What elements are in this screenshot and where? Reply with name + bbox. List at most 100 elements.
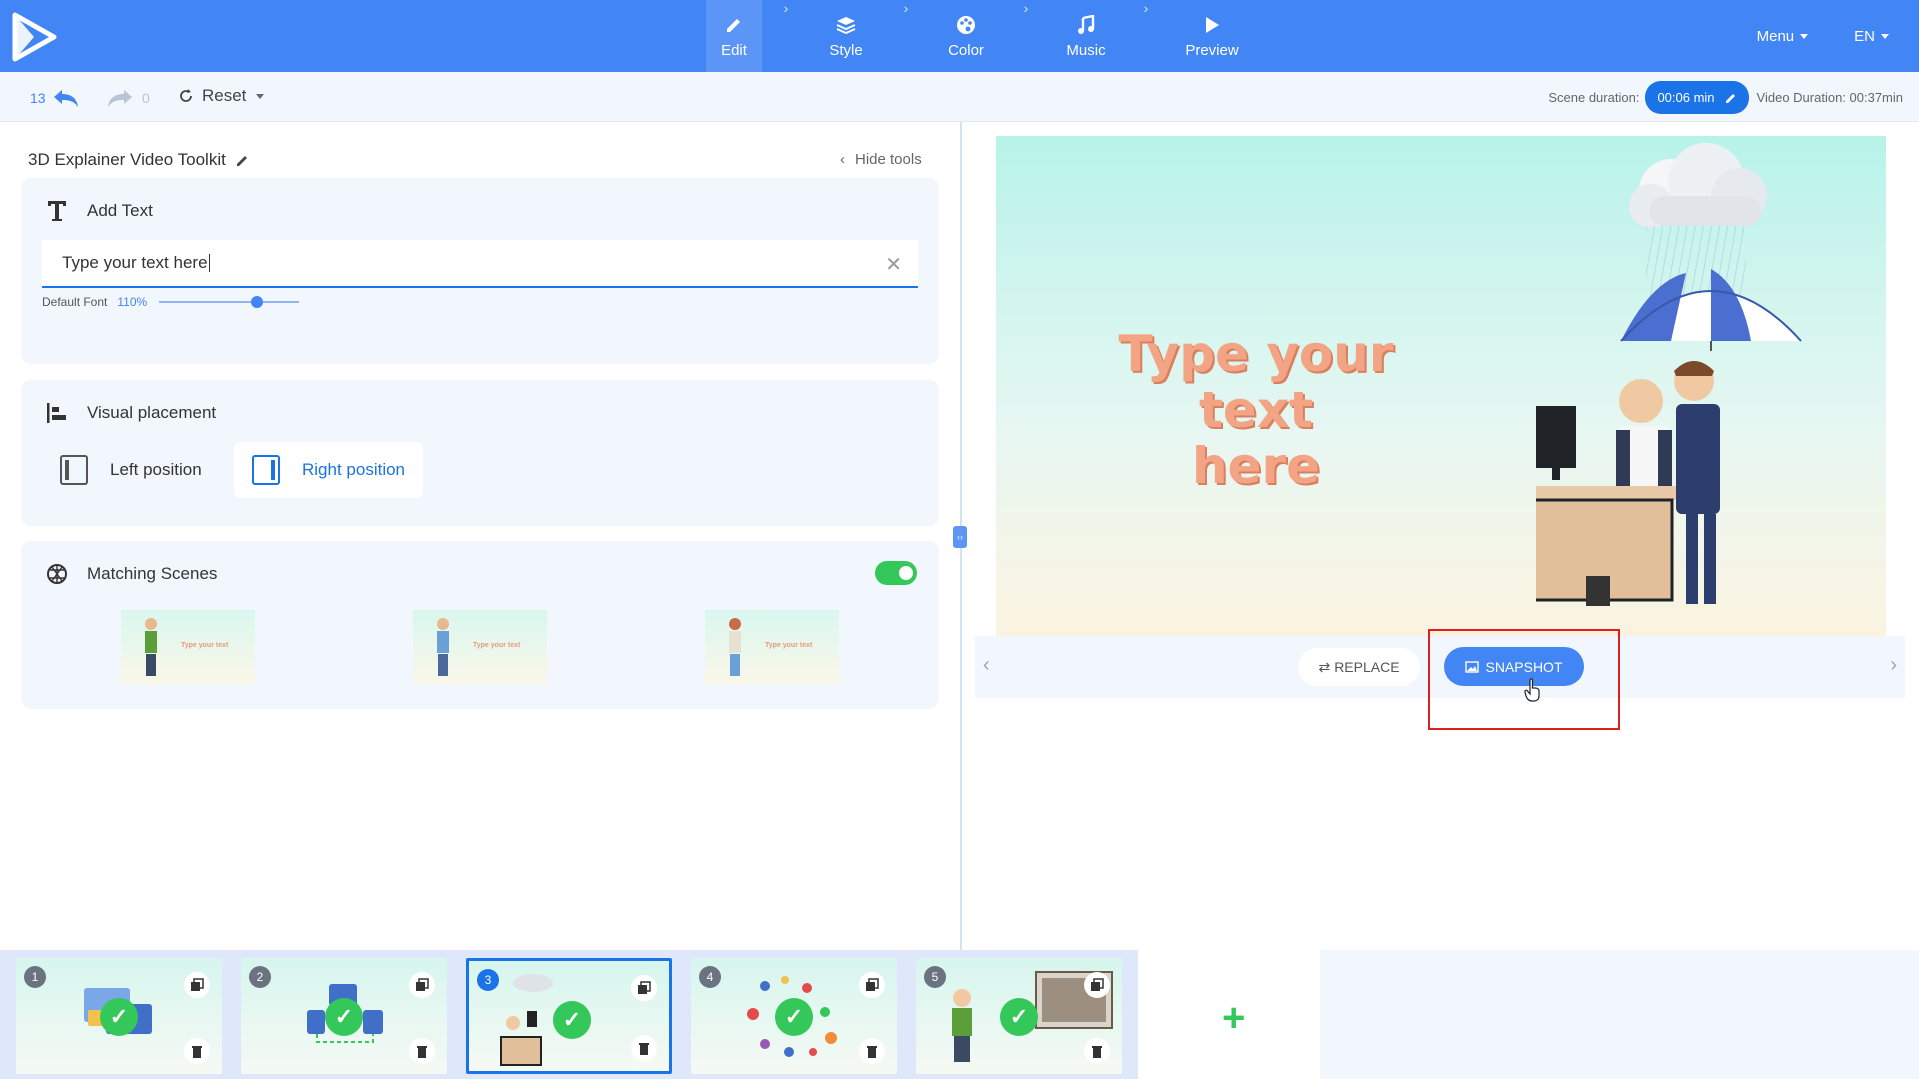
preview-text-line1: Type your text bbox=[1118, 325, 1394, 439]
thumbnail-text: Type your text bbox=[181, 642, 229, 649]
video-duration: Video Duration: 00:37min bbox=[1756, 90, 1903, 105]
left-position-button[interactable]: Left position bbox=[60, 442, 202, 498]
menu-dropdown[interactable]: Menu bbox=[1757, 28, 1809, 45]
clear-icon[interactable]: ✕ bbox=[885, 252, 902, 277]
duration-info: Scene duration: 00:06 min Video Duration… bbox=[1548, 81, 1903, 114]
character-figure bbox=[145, 618, 157, 680]
duplicate-icon[interactable] bbox=[1084, 972, 1110, 998]
trash-icon[interactable] bbox=[631, 1035, 657, 1061]
chevron-right-icon: › bbox=[1143, 0, 1149, 16]
language-label: EN bbox=[1854, 27, 1875, 45]
redo-button[interactable]: 0 bbox=[106, 88, 150, 108]
next-scene-arrow-icon[interactable]: › bbox=[1890, 654, 1897, 677]
preview-text: Type your text here bbox=[1056, 326, 1456, 494]
music-note-icon bbox=[1076, 14, 1096, 36]
top-right-controls: Menu EN bbox=[1757, 0, 1889, 72]
trash-icon[interactable] bbox=[409, 1038, 435, 1064]
chevron-right-icon: › bbox=[1023, 0, 1029, 16]
preview-text-line2: here bbox=[1191, 437, 1321, 495]
matching-scenes-header: Matching Scenes bbox=[45, 563, 217, 585]
step-preview-label: Preview bbox=[1185, 41, 1239, 59]
replace-label: REPLACE bbox=[1334, 659, 1400, 675]
step-color[interactable]: Color bbox=[930, 0, 1002, 72]
character-figure bbox=[437, 618, 449, 680]
text-icon bbox=[45, 200, 69, 222]
thumbnail-text: Type your text bbox=[473, 642, 521, 649]
chevron-left-icon: ‹ bbox=[840, 151, 845, 168]
palette-icon bbox=[956, 14, 976, 36]
redo-count: 0 bbox=[142, 90, 150, 106]
duplicate-icon[interactable] bbox=[184, 972, 210, 998]
chevron-right-icon: › bbox=[903, 0, 909, 16]
caret-down-icon bbox=[1800, 34, 1809, 40]
step-music[interactable]: Music bbox=[1050, 0, 1122, 72]
checkmark-icon: ✓ bbox=[775, 998, 813, 1036]
step-style[interactable]: Style bbox=[810, 0, 882, 72]
add-text-header: Add Text bbox=[45, 200, 153, 222]
trash-icon[interactable] bbox=[1084, 1038, 1110, 1064]
scene-number: 1 bbox=[24, 966, 46, 988]
step-edit[interactable]: Edit bbox=[706, 0, 762, 72]
step-music-label: Music bbox=[1066, 41, 1106, 59]
text-input-field[interactable]: Type your text here ✕ bbox=[42, 240, 918, 288]
app-logo-icon[interactable] bbox=[12, 12, 58, 62]
undo-button[interactable]: 13 bbox=[30, 88, 80, 108]
matching-scenes-title: Matching Scenes bbox=[87, 564, 218, 583]
duplicate-icon[interactable] bbox=[631, 975, 657, 1001]
resize-handle[interactable]: ‹› bbox=[953, 526, 967, 548]
timeline-scene-thumbnail[interactable]: 2 ✓ bbox=[241, 958, 447, 1074]
pencil-icon bbox=[236, 156, 247, 166]
visual-placement-header: Visual placement bbox=[45, 402, 216, 424]
trash-icon[interactable] bbox=[859, 1038, 885, 1064]
timeline-scene-thumbnail[interactable]: 5 ✓ bbox=[916, 958, 1122, 1074]
reset-label: Reset bbox=[202, 86, 247, 105]
duplicate-icon[interactable] bbox=[859, 972, 885, 998]
add-scene-button[interactable]: + bbox=[1222, 996, 1245, 1041]
pencil-icon bbox=[725, 14, 743, 36]
checkmark-icon: ✓ bbox=[553, 1001, 591, 1039]
font-percent: 110% bbox=[117, 295, 148, 309]
step-preview[interactable]: Preview bbox=[1170, 0, 1254, 72]
project-title[interactable]: 3D Explainer Video Toolkit bbox=[28, 150, 250, 170]
redo-arrow-icon bbox=[108, 90, 132, 107]
right-position-button[interactable]: Right position bbox=[234, 442, 424, 498]
scene-duration-value: 00:06 min bbox=[1657, 90, 1715, 105]
hand-cursor-icon bbox=[1524, 678, 1540, 702]
scene-number: 4 bbox=[699, 966, 721, 988]
replace-button[interactable]: ⇄ REPLACE bbox=[1298, 648, 1420, 686]
character-figure bbox=[729, 618, 741, 680]
add-text-title: Add Text bbox=[87, 201, 153, 220]
caret-down-icon bbox=[1881, 34, 1889, 40]
project-title-text: 3D Explainer Video Toolkit bbox=[28, 150, 226, 169]
previous-scene-arrow-icon[interactable]: ‹ bbox=[983, 654, 990, 677]
align-left-icon bbox=[45, 402, 69, 424]
step-color-label: Color bbox=[948, 41, 984, 59]
timeline-scene-thumbnail[interactable]: 1 ✓ bbox=[16, 958, 222, 1074]
layers-icon bbox=[836, 14, 856, 36]
hide-tools-label: Hide tools bbox=[855, 151, 922, 168]
hide-tools-button[interactable]: ‹ Hide tools bbox=[840, 151, 922, 168]
matching-scenes-toggle[interactable] bbox=[875, 561, 917, 585]
step-style-label: Style bbox=[829, 41, 863, 59]
top-navigation-bar: Edit › Style › Color › Music › Preview M… bbox=[0, 0, 1919, 72]
step-edit-label: Edit bbox=[721, 41, 747, 59]
matching-scene-thumbnail[interactable]: Type your text bbox=[121, 610, 255, 684]
timeline-scene-thumbnail[interactable]: 4 ✓ bbox=[691, 958, 897, 1074]
edit-toolbar: 13 0 Reset Scene duration: 00:06 min Vid… bbox=[0, 72, 1919, 122]
right-position-label: Right position bbox=[302, 460, 406, 479]
trash-icon[interactable] bbox=[184, 1038, 210, 1064]
timeline-scene-thumbnail-selected[interactable]: 3 ✓ bbox=[466, 958, 672, 1074]
slider-knob[interactable] bbox=[251, 296, 264, 308]
menu-label: Menu bbox=[1756, 27, 1795, 45]
left-layout-icon bbox=[60, 455, 88, 485]
timeline-empty-area bbox=[1320, 950, 1919, 1079]
duplicate-icon[interactable] bbox=[409, 972, 435, 998]
play-icon bbox=[1204, 14, 1220, 36]
reset-dropdown[interactable]: Reset bbox=[178, 86, 265, 106]
matching-scene-thumbnail[interactable]: Type your text bbox=[705, 610, 839, 684]
language-dropdown[interactable]: EN bbox=[1854, 28, 1889, 45]
font-size-slider[interactable] bbox=[159, 296, 300, 308]
matching-scene-thumbnail[interactable]: Type your text bbox=[413, 610, 547, 684]
swap-icon: ⇄ bbox=[1318, 658, 1331, 675]
scene-duration-button[interactable]: 00:06 min bbox=[1645, 81, 1749, 114]
